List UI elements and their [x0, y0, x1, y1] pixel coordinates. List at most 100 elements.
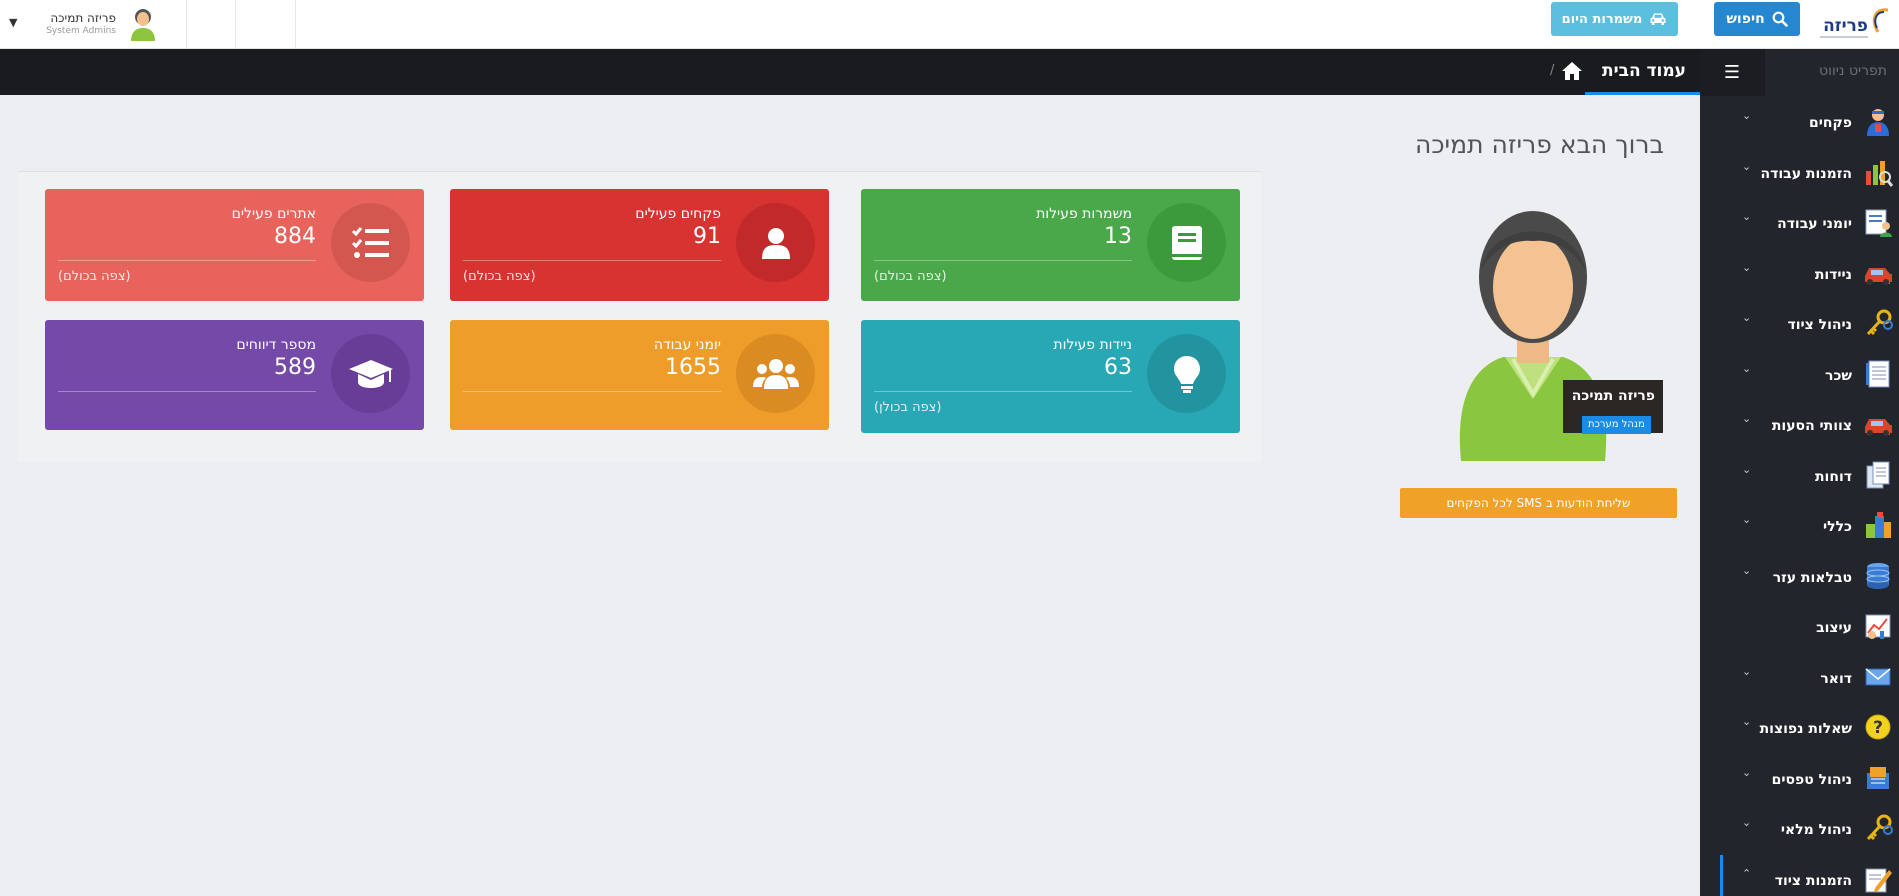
chevron-down-icon[interactable]: ⌄ [1742, 362, 1751, 375]
view-all-link[interactable]: (צפה בכולן) [874, 400, 941, 415]
graduation-cap-icon [348, 359, 393, 388]
chevron-down-icon[interactable]: ⌄ [1742, 715, 1751, 728]
user-role: System Admins [46, 26, 116, 36]
sidebar-item-label: ניהול ציוד [1787, 317, 1852, 333]
stat-card[interactable]: אתרים פעילים 884 (צפה בכולם) [45, 189, 424, 301]
search-button[interactable]: חיפוש [1714, 2, 1800, 36]
chevron-down-icon[interactable]: ⌄ [1742, 513, 1751, 526]
stat-card-value: 13 [1104, 224, 1132, 249]
avatar [131, 9, 155, 41]
chart-search-icon [1866, 160, 1893, 187]
stat-card-title: מספר דיווחים [236, 337, 316, 353]
active-tab-indicator [1585, 92, 1700, 95]
header-divider [186, 0, 187, 48]
sidebar-title: תפריט ניווט [1819, 63, 1887, 79]
search-label: חיפוש [1726, 11, 1765, 27]
chevron-down-icon[interactable]: ⌄ [1742, 109, 1751, 122]
stat-card[interactable]: יומני עבודה 1655 [450, 320, 829, 430]
design-icon [1865, 614, 1891, 639]
stat-card[interactable]: פקחים פעילים 91 (צפה בכולם) [450, 189, 829, 301]
shifts-today-button[interactable]: משמרות היום [1551, 2, 1678, 36]
forms-icon [1867, 766, 1889, 789]
search-icon [1772, 11, 1788, 27]
chevron-down-icon[interactable]: ⌄ [1742, 261, 1751, 274]
divider [58, 391, 316, 392]
sidebar-item[interactable]: טבלאות עזר ⌄ [1700, 552, 1899, 602]
stat-card-icon-circle [331, 334, 410, 413]
sidebar-item[interactable]: ניהול מלאי ⌄ [1700, 804, 1899, 854]
stat-card-title: משמרות פעילות [1036, 206, 1132, 222]
chevron-down-icon[interactable]: ⌄ [1742, 311, 1751, 324]
sidebar-item[interactable]: צוותי הסעות ⌄ [1700, 400, 1899, 450]
database-icon [1866, 562, 1890, 589]
documents-icon [1866, 461, 1890, 488]
sidebar-item[interactable]: ? שאלות נפוצות ⌄ [1700, 703, 1899, 753]
chevron-down-icon[interactable]: ⌄ [1742, 816, 1751, 829]
sidebar-item[interactable]: דוחות ⌄ [1700, 451, 1899, 501]
sidebar-item[interactable]: הזמנות עבודה ⌄ [1700, 148, 1899, 198]
sidebar-item-label: ניהול טפסים [1771, 771, 1852, 788]
chevron-down-icon[interactable]: ⌄ [1742, 463, 1751, 476]
stat-card-title: יומני עבודה [653, 337, 721, 353]
profile-role-badge: מנהל מערכת [1582, 416, 1651, 434]
chevron-down-icon[interactable]: ▼ [9, 16, 17, 29]
sidebar-item-label: ניידות [1814, 266, 1852, 283]
sidebar-item[interactable]: ניהול טפסים ⌄ [1700, 754, 1899, 804]
chevron-down-icon[interactable]: ⌄ [1742, 564, 1751, 577]
sidebar-item[interactable]: עיצוב [1700, 602, 1899, 652]
sidebar-item[interactable]: פקחים ⌄ [1700, 97, 1899, 147]
stat-card-value: 63 [1104, 355, 1132, 380]
stat-card-title: פקחים פעילים [635, 206, 721, 222]
sidebar-item[interactable]: הזמנות ציוד ⌃ [1700, 854, 1899, 896]
stat-card[interactable]: משמרות פעילות 13 (צפה בכולם) [861, 189, 1240, 301]
stat-card-title: ניידות פעילות [1053, 337, 1132, 353]
send-sms-button[interactable]: שליחת הודעות ב SMS לכל הפקחים [1400, 488, 1677, 518]
chevron-down-icon[interactable]: ⌄ [1742, 210, 1751, 223]
keys-icon [1866, 309, 1893, 336]
page-title: עמוד הבית [1601, 61, 1686, 81]
breadcrumb: עמוד הבית / [0, 49, 1700, 95]
menu-icon[interactable]: ☰ [1717, 60, 1747, 84]
stat-card[interactable]: מספר דיווחים 589 [45, 320, 424, 430]
sidebar-item-label: דואר [1820, 670, 1852, 687]
view-all-link[interactable]: (צפה בכולם) [463, 269, 536, 284]
home-icon[interactable] [1561, 61, 1583, 81]
sidebar-item[interactable]: כללי ⌄ [1700, 501, 1899, 551]
stat-card-icon-circle [736, 334, 815, 413]
chevron-down-icon[interactable]: ⌄ [1742, 665, 1751, 678]
profile-name-badge: פריזה תמיכה מנהל מערכת [1563, 380, 1663, 434]
stat-card-icon-circle [736, 203, 815, 282]
log-user-icon [1865, 209, 1892, 237]
sidebar-item-label: כללי [1823, 519, 1852, 535]
sidebar-item[interactable]: ניידות ⌄ [1700, 249, 1899, 299]
question-icon: ? [1865, 714, 1891, 740]
chevron-down-icon[interactable]: ⌄ [1742, 766, 1751, 779]
stat-card-title: אתרים פעילים [231, 206, 316, 222]
divider [58, 260, 316, 261]
sidebar-item[interactable]: דואר ⌄ [1700, 653, 1899, 703]
chevron-down-icon[interactable]: ⌄ [1742, 412, 1751, 425]
stat-card-value: 1655 [665, 355, 721, 380]
sidebar-item[interactable]: שכר ⌄ [1700, 350, 1899, 400]
sidebar-item-label: טבלאות עזר [1772, 569, 1852, 586]
user-name: פריזה תמיכה [50, 11, 116, 25]
app-logo[interactable]: פריזה [1818, 6, 1890, 42]
sidebar-item-label: יומני עבודה [1777, 216, 1852, 232]
stat-card-value: 884 [274, 224, 316, 249]
chevron-down-icon[interactable]: ⌃ [1742, 867, 1751, 880]
sidebar-item[interactable]: ניהול ציוד ⌄ [1700, 299, 1899, 349]
stat-card-icon-circle [331, 203, 410, 282]
sidebar-item-label: הזמנות עבודה [1760, 165, 1852, 182]
sidebar-item-label: עיצוב [1816, 620, 1852, 636]
divider [463, 391, 721, 392]
view-all-link[interactable]: (צפה בכולם) [58, 269, 131, 284]
divider [874, 391, 1132, 392]
chevron-down-icon[interactable]: ⌄ [1742, 160, 1751, 173]
view-all-link[interactable]: (צפה בכולם) [874, 269, 947, 284]
svg-text:?: ? [1873, 718, 1883, 738]
sidebar-item[interactable]: יומני עבודה ⌄ [1700, 198, 1899, 248]
logo-tagline [1820, 36, 1868, 38]
stat-card-value: 91 [693, 224, 721, 249]
user-menu[interactable]: פריזה תמיכה System Admins ▼ [0, 0, 186, 48]
stat-card[interactable]: ניידות פעילות 63 (צפה בכולן) [861, 320, 1240, 433]
